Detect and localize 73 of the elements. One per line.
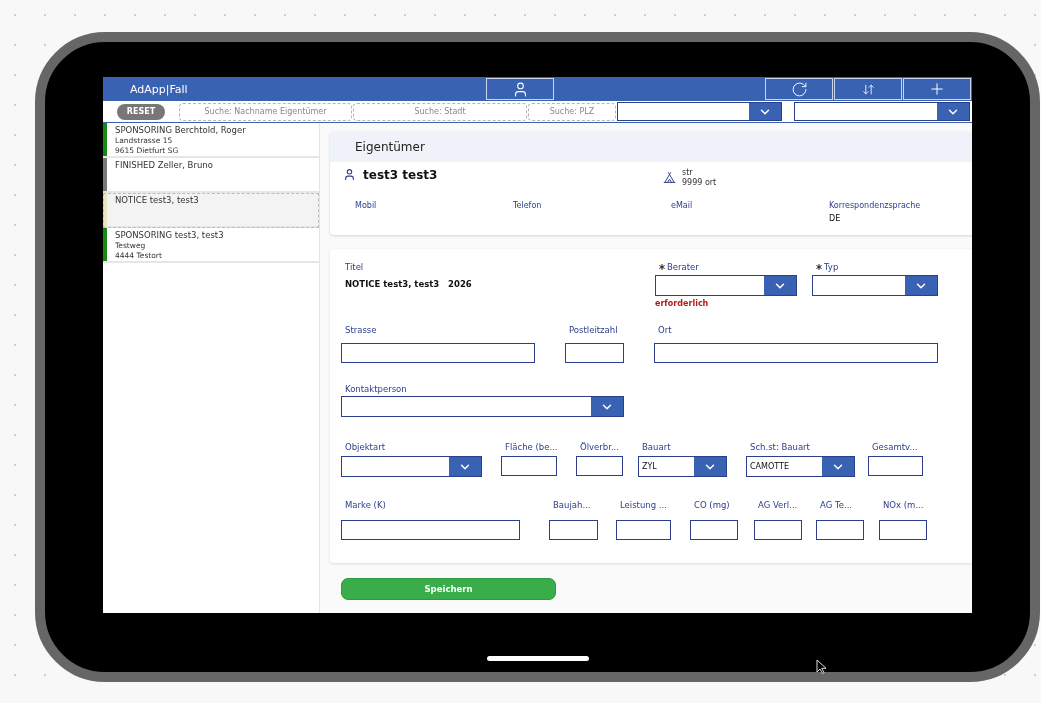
search-field[interactable]: Suche: Nachname Eigentümer [179,102,352,121]
owner-name: test3 test3 [363,168,439,182]
dropdown[interactable]: CAMOTTE [746,456,855,477]
input-field[interactable] [565,343,624,363]
input-field[interactable] [576,456,623,476]
field-label: Sch.st: Bauart [750,442,810,452]
contact-label: eMail [671,201,694,210]
dropdown[interactable]: ZYL [638,456,727,477]
field-label: Marke (K) [345,500,386,510]
search-field[interactable]: Suche: PLZ [528,102,616,121]
field-label: AG Te... [820,500,853,510]
input-field[interactable] [816,520,864,540]
input-field[interactable] [549,520,598,540]
field-label: Postleitzahl [569,325,618,335]
case-list-item[interactable]: FINISHED Zeller, Bruno [103,158,319,193]
field-label: AG Verl... [758,500,798,510]
field-label: CO (mg) [694,500,730,510]
field-label: Typ [824,262,839,272]
case-list-item[interactable]: NOTICE test3, test3 [103,193,319,228]
input-field[interactable] [341,343,535,363]
field-label: Titel [345,262,364,272]
person-icon [343,168,356,181]
contact-label: Korrespondenzsprache [829,201,922,210]
input-field[interactable] [868,456,923,476]
field-label: Strasse [345,325,377,335]
field-label: Ölverbr... [580,442,620,452]
field-label: Berater [667,262,699,272]
contact-label: Telefon [513,201,543,210]
contact-value: DE [829,214,842,223]
refresh-icon [790,80,808,98]
dropdown[interactable] [812,275,938,296]
error-message: erforderlich [655,299,710,308]
contact-label: Mobil [355,201,378,210]
input-field[interactable] [616,520,671,540]
field-label: Bauart [642,442,671,452]
input-field[interactable] [879,520,927,540]
field-label: NOx (m... [883,500,924,510]
field-label: Kontaktperson [345,384,407,394]
dropdown[interactable] [341,396,624,417]
field-label: Ort [658,325,672,335]
sort-button[interactable] [834,78,902,100]
card-heading: Eigentümer [330,132,972,162]
input-field[interactable] [341,520,520,540]
sort-icon [861,82,875,96]
field-label: Leistung ... [620,500,667,510]
input-field[interactable] [654,343,938,363]
case-title: NOTICE test3, test3 [115,194,199,206]
refresh-button[interactable] [765,78,833,100]
input-field[interactable] [754,520,802,540]
plus-icon [928,80,946,98]
case-title: SPONSORING test3, test3 [115,229,224,241]
input-field[interactable] [690,520,738,540]
field-label: Fläche (be... [505,442,558,452]
user-button[interactable] [486,78,554,100]
filter-dropdown[interactable] [617,102,782,121]
dropdown[interactable] [341,456,482,477]
reset-button[interactable]: RESET [117,103,165,120]
address-line: 9999 ort [682,178,717,188]
case-title: FINISHED Zeller, Bruno [115,159,213,171]
field-label: Objektart [345,442,385,452]
title-value: NOTICE test3, test3 2026 [344,279,473,289]
app-title: AdApp|Fall [129,82,189,96]
filter-dropdown[interactable] [794,102,970,121]
cursor-icon [816,659,827,674]
field-label: Gesamtv... [872,442,918,452]
dropdown[interactable] [655,275,797,296]
address-line: str [682,168,694,178]
case-title: SPONSORING Berchtold, Roger [115,124,246,136]
field-label: Baujah... [553,500,591,510]
tent-icon [663,171,676,184]
input-field[interactable] [501,456,557,476]
search-field[interactable]: Suche: Stadt [353,102,527,121]
add-button[interactable] [903,78,971,100]
